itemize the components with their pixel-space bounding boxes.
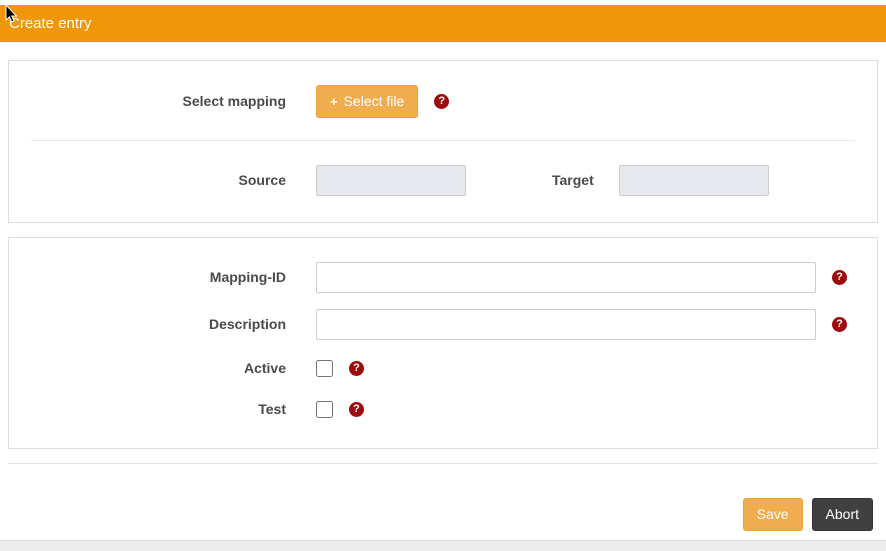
mapping-id-label: Mapping-ID <box>9 269 286 285</box>
source-input <box>316 165 466 196</box>
plus-icon: + <box>330 94 338 110</box>
page-title: Create entry <box>9 15 92 32</box>
footer-divider <box>8 463 878 464</box>
action-bar: Save Abort <box>0 498 873 531</box>
select-file-button[interactable]: + Select file <box>316 85 418 118</box>
panel-divider <box>31 140 855 141</box>
abort-button[interactable]: Abort <box>812 498 873 531</box>
help-icon-mapping-id[interactable]: ? <box>832 270 847 285</box>
source-target-row: Source Target <box>9 165 877 196</box>
help-icon-active[interactable]: ? <box>349 361 364 376</box>
help-icon-select-mapping[interactable]: ? <box>434 94 449 109</box>
target-label: Target <box>552 172 594 188</box>
page-header: Create entry <box>0 5 886 42</box>
save-button[interactable]: Save <box>743 498 803 531</box>
target-input <box>619 165 769 196</box>
description-label: Description <box>9 316 286 332</box>
description-row: Description ? <box>9 309 877 340</box>
help-icon-description[interactable]: ? <box>832 317 847 332</box>
select-mapping-label: Select mapping <box>9 93 286 109</box>
source-label: Source <box>9 172 286 188</box>
details-panel: Mapping-ID ? Description ? Active ? Test… <box>8 237 878 449</box>
active-label: Active <box>9 360 286 376</box>
mouse-cursor-icon <box>5 5 19 30</box>
select-mapping-row: Select mapping + Select file ? <box>9 85 877 118</box>
active-checkbox[interactable] <box>316 360 333 377</box>
test-row: Test ? <box>9 401 877 418</box>
description-input[interactable] <box>316 309 816 340</box>
mapping-id-row: Mapping-ID ? <box>9 262 877 293</box>
test-label: Test <box>9 401 286 417</box>
mapping-id-input[interactable] <box>316 262 816 293</box>
help-icon-test[interactable]: ? <box>349 402 364 417</box>
select-file-button-label: Select file <box>344 93 405 110</box>
upload-panel: Select mapping + Select file ? Source Ta… <box>8 60 878 223</box>
test-checkbox[interactable] <box>316 401 333 418</box>
active-row: Active ? <box>9 360 877 377</box>
